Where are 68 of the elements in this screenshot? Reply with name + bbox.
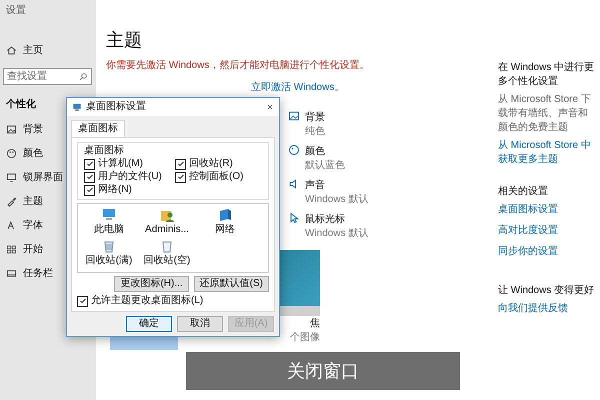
tab[interactable]: 桌面图标: [71, 120, 125, 137]
settings-link[interactable]: 同步你的设置: [498, 244, 596, 258]
network-icon[interactable]: [217, 207, 233, 223]
dialog-button[interactable]: 确定: [126, 316, 172, 332]
sidebar-item[interactable]: 主题: [0, 189, 96, 213]
monitor-icon: [6, 172, 17, 182]
section-heading: 个性化: [6, 98, 36, 111]
icon-label[interactable]: 回收站(满): [86, 255, 132, 267]
settings-link[interactable]: 高对比度设置: [498, 223, 596, 237]
icon-label[interactable]: 此电脑: [94, 224, 124, 236]
checkbox[interactable]: [77, 296, 88, 306]
icon-label[interactable]: Adminis...: [145, 224, 189, 236]
icon-label[interactable]: 回收站(空): [144, 255, 190, 267]
close-icon[interactable]: [266, 103, 274, 111]
checkbox-label[interactable]: 允许主题更改桌面图标(L): [91, 295, 204, 307]
theme-detail: 个图像: [290, 331, 320, 344]
check-icon: [78, 297, 86, 305]
store-link[interactable]: 从 Microsoft Store 中获取更多主题: [498, 138, 596, 166]
activation-warning: 你需要先激活 Windows，然后才能对电脑进行个性化设置。: [106, 58, 370, 72]
property-value: 纯色: [305, 125, 325, 138]
taskbar-icon: [6, 268, 17, 278]
dialog-button[interactable]: 取消: [177, 316, 223, 332]
sidebar-item[interactable]: 锁屏界面: [0, 165, 96, 189]
section-heading: 相关的设置: [498, 184, 549, 198]
picture-icon: [6, 124, 17, 134]
checkbox-label[interactable]: 计算机(M): [98, 158, 143, 170]
property-name[interactable]: 鼠标光标: [305, 212, 368, 226]
cursor-icon: [288, 212, 300, 224]
theme-name: 焦: [310, 317, 320, 330]
checkbox-label[interactable]: 回收站(R): [189, 158, 233, 170]
feedback-link[interactable]: 向我们提供反馈: [498, 301, 596, 315]
checkbox[interactable]: [84, 172, 95, 182]
checkbox[interactable]: [175, 158, 186, 170]
activate-link[interactable]: 立即激活 Windows。: [251, 80, 344, 94]
icon-label[interactable]: 网络: [215, 224, 235, 236]
property-value: Windows 默认: [305, 227, 368, 240]
property-value: 默认蓝色: [305, 158, 345, 172]
property-value: Windows 默认: [305, 193, 368, 206]
property-name[interactable]: 颜色: [305, 144, 345, 158]
brush-icon: [6, 196, 17, 206]
checkbox-label[interactable]: 用户的文件(U): [98, 171, 162, 183]
settings-link[interactable]: 桌面图标设置: [498, 202, 596, 216]
home-icon: [6, 44, 17, 56]
group-label: 桌面图标: [84, 145, 125, 157]
checkbox[interactable]: [175, 172, 186, 182]
computer-icon[interactable]: [101, 207, 117, 223]
dialog-title: 桌面图标设置: [86, 101, 147, 113]
picture-icon: [288, 110, 300, 122]
checkbox[interactable]: [84, 184, 95, 196]
font-icon: [6, 220, 17, 230]
caption-text: 关闭窗口: [287, 360, 359, 383]
grid-icon: [6, 244, 17, 254]
section-heading: 在 Windows 中进行更多个性化设置: [498, 60, 596, 88]
description-text: 从 Microsoft Store 下载带有墙纸、声音和颜色的免费主题: [498, 92, 592, 134]
checkbox-label[interactable]: 控制面板(O): [189, 171, 244, 183]
property-name[interactable]: 背景: [305, 110, 325, 124]
dialog-button[interactable]: 更改图标(H)...: [114, 276, 189, 292]
section-heading: 让 Windows 变得更好: [498, 284, 596, 297]
window-title: 设置: [5, 4, 27, 18]
search-icon: [79, 72, 88, 81]
property-name[interactable]: 声音: [305, 178, 368, 192]
checkbox[interactable]: [84, 158, 95, 170]
checkbox-label[interactable]: 网络(N): [98, 184, 132, 196]
dialog-button[interactable]: 还原默认值(S): [194, 276, 269, 292]
page-heading: 主题: [106, 29, 143, 52]
search-field[interactable]: 查找设置: [3, 68, 92, 85]
home-nav-item[interactable]: 主页: [0, 38, 96, 62]
desktop-icon: [72, 102, 82, 112]
